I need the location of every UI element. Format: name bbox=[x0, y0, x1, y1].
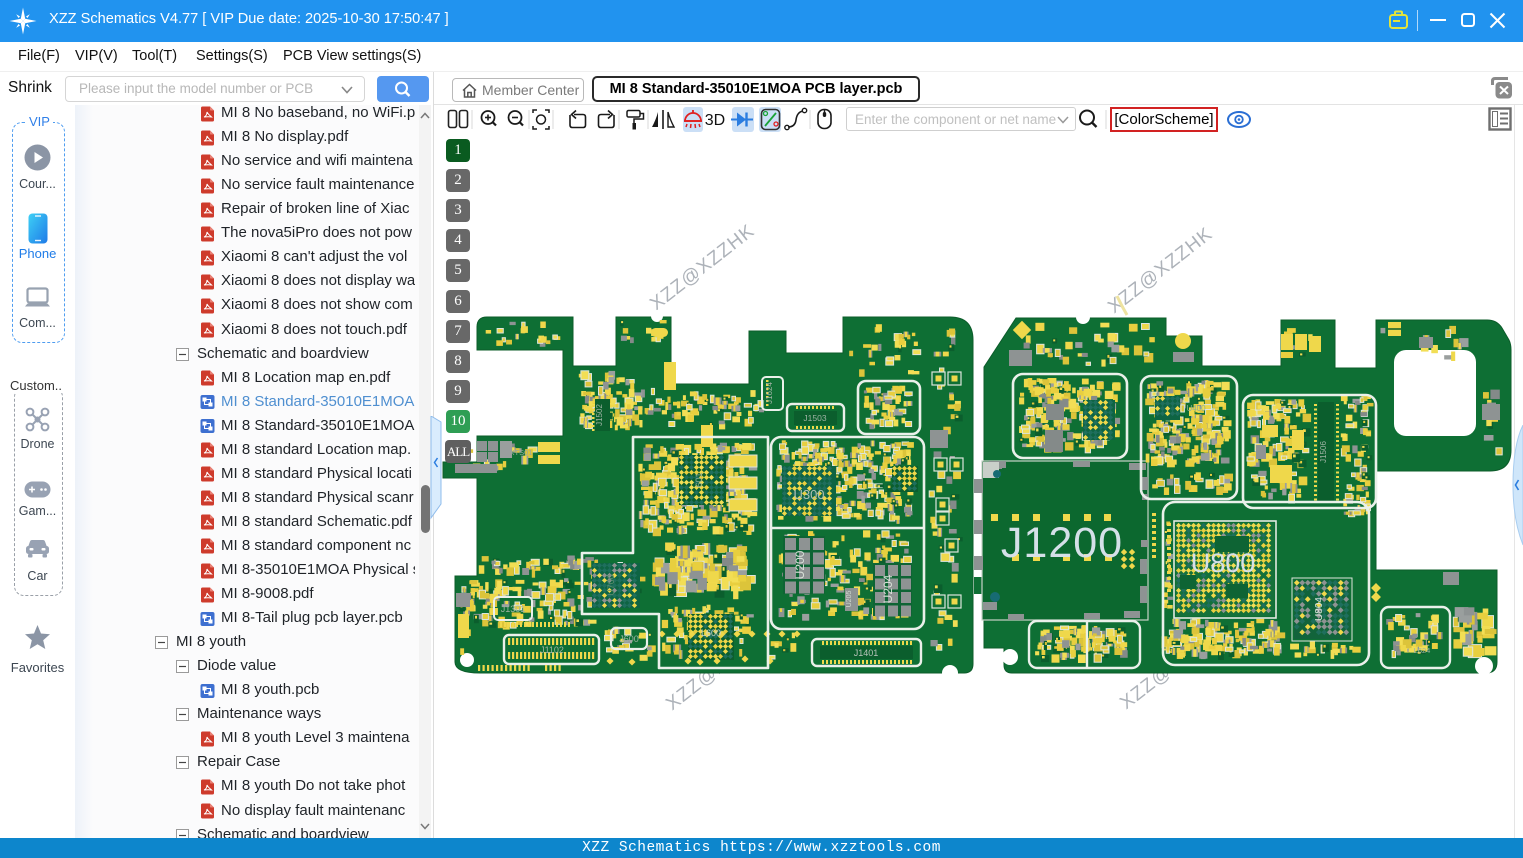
svg-text:J1401: J1401 bbox=[854, 648, 879, 658]
svg-text:U400: U400 bbox=[1186, 404, 1206, 413]
svg-text:U204: U204 bbox=[881, 574, 895, 603]
svg-text:J1502: J1502 bbox=[595, 404, 604, 426]
svg-text:L600: L600 bbox=[701, 628, 721, 638]
svg-text:J1200: J1200 bbox=[1001, 519, 1123, 567]
svg-text:U200: U200 bbox=[793, 550, 807, 579]
svg-text:U205: U205 bbox=[846, 591, 853, 608]
svg-text:J1301: J1301 bbox=[501, 604, 526, 614]
svg-text:U300: U300 bbox=[793, 487, 824, 502]
svg-text:XTS01: XTS01 bbox=[510, 448, 533, 457]
svg-text:U700: U700 bbox=[606, 574, 616, 596]
svg-text:J600: J600 bbox=[619, 634, 639, 644]
svg-text:3D: 3D bbox=[705, 112, 725, 129]
svg-text:J1506: J1506 bbox=[1319, 441, 1328, 463]
svg-text:J1624: J1624 bbox=[765, 382, 774, 404]
svg-text:U804: U804 bbox=[1314, 597, 1325, 621]
svg-text:J1503: J1503 bbox=[803, 413, 826, 423]
svg-text:L624: L624 bbox=[1414, 646, 1431, 655]
svg-text:J1102: J1102 bbox=[540, 645, 564, 655]
svg-text:U800: U800 bbox=[1191, 548, 1256, 578]
svg-text:601: 601 bbox=[694, 472, 704, 487]
svg-text:XZZ@XZZHK: XZZ@XZZHK bbox=[646, 220, 759, 314]
